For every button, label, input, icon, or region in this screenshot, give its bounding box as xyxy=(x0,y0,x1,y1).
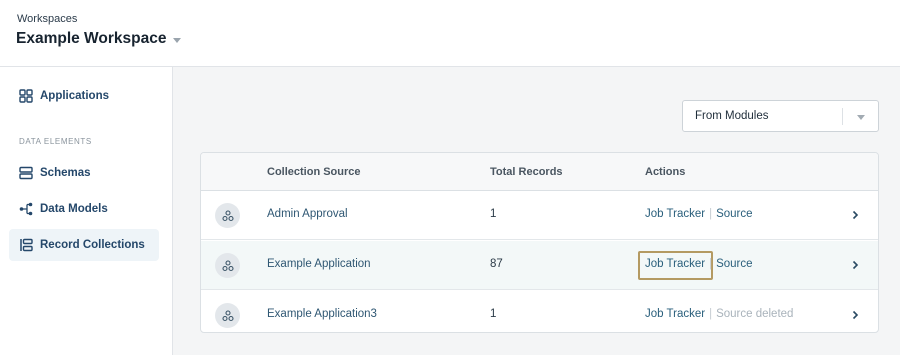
sidebar-item-label: Applications xyxy=(40,90,110,102)
action-divider: | xyxy=(709,208,713,220)
total-records: 1 xyxy=(490,208,497,220)
workspace-selector[interactable]: Example Workspace xyxy=(16,30,182,48)
table-row[interactable]: Example Application3 1 Job Tracker | Sourc… xyxy=(201,291,878,332)
header-actions: Actions xyxy=(645,166,686,178)
total-records: 87 xyxy=(490,258,503,270)
workspaces-label: Workspaces xyxy=(17,13,78,25)
grid-icon xyxy=(19,89,33,103)
sidebar-item-label: Data Models xyxy=(40,203,108,215)
module-icon xyxy=(215,303,240,328)
module-icon xyxy=(215,253,240,278)
sidebar: Applications DATA ELEMENTS Schemas Data … xyxy=(0,67,173,355)
table-header: Collection Source Total Records Actions xyxy=(201,153,878,191)
header-collection-source: Collection Source xyxy=(267,166,361,178)
collection-icon xyxy=(20,238,33,252)
chevron-right-icon[interactable] xyxy=(849,309,861,321)
sidebar-item-applications[interactable]: Applications xyxy=(9,80,159,112)
sidebar-item-schemas[interactable]: Schemas xyxy=(9,157,159,189)
sidebar-item-record-collections[interactable]: Record Collections xyxy=(9,229,159,261)
source-deleted-text: Source deleted xyxy=(716,308,794,320)
row-actions: Job Tracker | Source xyxy=(645,208,753,220)
chevron-right-icon[interactable] xyxy=(849,209,861,221)
total-records: 1 xyxy=(490,308,497,320)
dropdown-separator xyxy=(842,108,843,125)
job-tracker-link[interactable]: Job Tracker xyxy=(645,258,705,270)
row-actions: Job Tracker | Source deleted xyxy=(645,308,793,320)
source-link[interactable]: Source xyxy=(716,208,752,220)
source-filter-dropdown[interactable]: From Modules xyxy=(682,100,879,132)
schema-icon xyxy=(19,166,33,180)
dropdown-value: From Modules xyxy=(695,110,769,122)
job-tracker-link[interactable]: Job Tracker xyxy=(645,308,705,320)
job-tracker-link[interactable]: Job Tracker xyxy=(645,208,705,220)
module-icon xyxy=(215,203,240,228)
chevron-right-icon[interactable] xyxy=(849,259,861,271)
top-bar: Workspaces Example Workspace xyxy=(0,0,900,67)
collection-source[interactable]: Example Application xyxy=(267,258,371,270)
action-divider: | xyxy=(709,308,713,320)
sidebar-item-label: Schemas xyxy=(40,167,91,179)
table-row[interactable]: Admin Approval 1 Job Tracker | Source xyxy=(201,191,878,240)
section-label-data-elements: DATA ELEMENTS xyxy=(19,137,92,146)
header-total-records: Total Records xyxy=(490,166,563,178)
data-model-icon xyxy=(19,202,33,216)
source-link[interactable]: Source xyxy=(716,258,752,270)
table-row[interactable]: Example Application 87 Job Tracker | Sourc… xyxy=(201,241,878,290)
sidebar-item-data-models[interactable]: Data Models xyxy=(9,193,159,225)
workspace-name: Example Workspace xyxy=(16,30,167,47)
collection-source[interactable]: Admin Approval xyxy=(267,208,348,220)
action-divider: | xyxy=(709,258,713,270)
chevron-down-icon xyxy=(857,115,865,120)
sidebar-item-label: Record Collections xyxy=(40,239,145,251)
record-collections-table: Collection Source Total Records Actions … xyxy=(200,152,879,333)
collection-source[interactable]: Example Application3 xyxy=(267,308,377,320)
caret-down-icon xyxy=(173,37,182,43)
row-actions: Job Tracker | Source xyxy=(645,258,753,270)
